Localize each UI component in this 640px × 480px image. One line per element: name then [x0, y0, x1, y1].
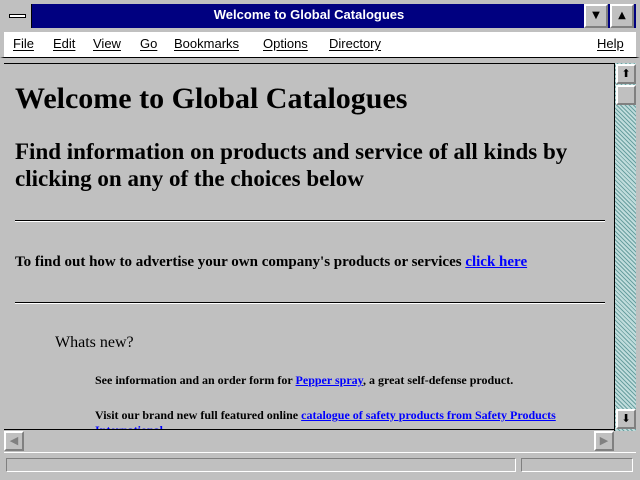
menu-help[interactable]: Help — [597, 36, 624, 51]
scroll-left-button[interactable]: ◀ — [4, 431, 24, 451]
system-menu-button[interactable] — [4, 4, 32, 28]
progress-field — [521, 458, 633, 472]
arrow-up-icon: ⬆ — [621, 67, 631, 80]
menu-directory[interactable]: Directory — [329, 36, 381, 51]
pepper-spray-paragraph: See information and an order form for Pe… — [95, 373, 513, 388]
minimize-button[interactable]: ▼ — [584, 4, 608, 28]
title-bar[interactable]: Welcome to Global Catalogues ▼ ▲ — [0, 0, 640, 32]
window-title: Welcome to Global Catalogues — [213, 7, 405, 22]
whats-new-heading: Whats new? — [55, 334, 134, 351]
page-title: Welcome to Global Catalogues — [15, 82, 408, 115]
click-here-link[interactable]: click here — [465, 254, 527, 270]
menu-file[interactable]: File — [13, 36, 34, 51]
horizontal-scrollbar[interactable]: ◀ ▶ — [4, 429, 614, 451]
browser-window: Welcome to Global Catalogues ▼ ▲ File Ed… — [0, 0, 640, 480]
arrow-left-icon: ◀ — [9, 434, 19, 447]
arrow-right-icon: ▶ — [599, 434, 609, 447]
maximize-button[interactable]: ▲ — [610, 4, 634, 28]
divider — [15, 220, 605, 222]
pepper-spray-link[interactable]: Pepper spray — [296, 373, 363, 387]
menu-options[interactable]: Options — [263, 36, 308, 51]
status-bar — [4, 452, 636, 477]
status-message-field — [6, 458, 516, 472]
scroll-right-button[interactable]: ▶ — [594, 431, 614, 451]
divider — [15, 302, 605, 304]
vertical-scrollbar[interactable]: ⬆ ⬇ — [614, 63, 636, 431]
page-content[interactable]: Welcome to Global Catalogues Find inform… — [4, 63, 614, 430]
pepper-prefix: See information and an order form for — [95, 373, 296, 387]
safety-catalogue-paragraph: Visit our brand new full featured online… — [95, 408, 595, 430]
menu-go[interactable]: Go — [140, 36, 157, 51]
menu-view[interactable]: View — [93, 36, 121, 51]
maximize-icon: ▲ — [618, 10, 626, 21]
page-subtitle: Find information on products and service… — [15, 139, 568, 191]
safety-prefix: Visit our brand new full featured online — [95, 408, 302, 422]
scroll-thumb[interactable] — [616, 85, 636, 105]
menu-edit[interactable]: Edit — [53, 36, 75, 51]
scroll-up-button[interactable]: ⬆ — [616, 64, 636, 84]
minimize-icon: ▼ — [592, 10, 600, 21]
advertise-text: To find out how to advertise your own co… — [15, 254, 466, 270]
arrow-down-icon: ⬇ — [621, 412, 631, 425]
scroll-down-button[interactable]: ⬇ — [616, 409, 636, 429]
scrollbar-corner — [614, 431, 636, 451]
pepper-suffix: , a great self-defense product. — [363, 373, 514, 387]
menu-bar: File Edit View Go Bookmarks Options Dire… — [0, 32, 640, 58]
advertise-paragraph: To find out how to advertise your own co… — [15, 254, 527, 271]
system-menu-icon — [9, 14, 26, 18]
menu-bookmarks[interactable]: Bookmarks — [174, 36, 239, 51]
